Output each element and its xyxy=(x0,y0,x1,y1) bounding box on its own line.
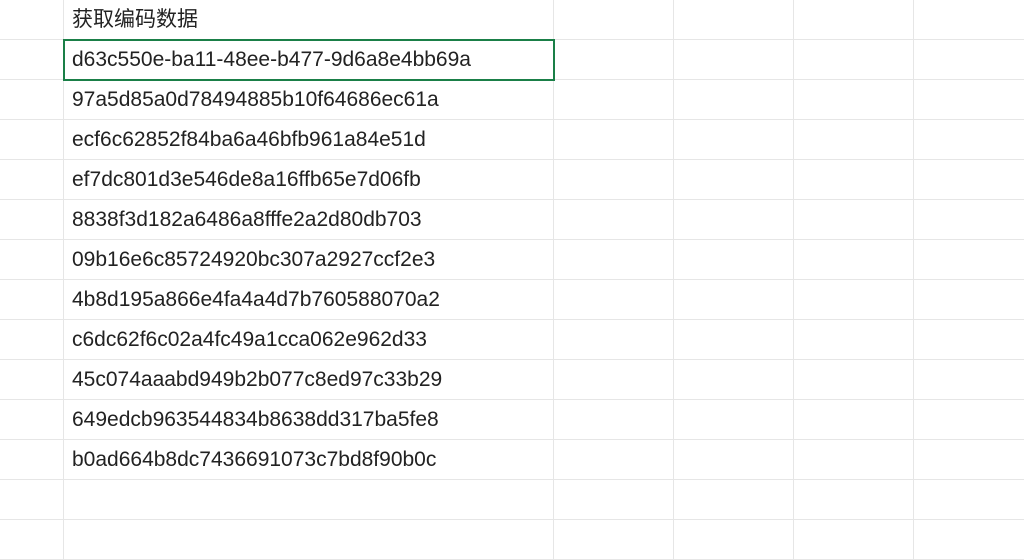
cell-B11[interactable]: 649edcb963544834b8638dd317ba5fe8 xyxy=(64,400,554,440)
cell-F11[interactable] xyxy=(914,400,1024,440)
cell-E1[interactable] xyxy=(794,0,914,40)
cell-A4[interactable] xyxy=(0,120,64,160)
cell-C10[interactable] xyxy=(554,360,674,400)
cell-A6[interactable] xyxy=(0,200,64,240)
cell-E5[interactable] xyxy=(794,160,914,200)
cell-E9[interactable] xyxy=(794,320,914,360)
cell-B7[interactable]: 09b16e6c85724920bc307a2927ccf2e3 xyxy=(64,240,554,280)
cell-F3[interactable] xyxy=(914,80,1024,120)
cell-D4[interactable] xyxy=(674,120,794,160)
cell-B12[interactable]: b0ad664b8dc7436691073c7bd8f90b0c xyxy=(64,440,554,480)
cell-F2[interactable] xyxy=(914,40,1024,80)
cell-E2[interactable] xyxy=(794,40,914,80)
cell-F4[interactable] xyxy=(914,120,1024,160)
cell-F8[interactable] xyxy=(914,280,1024,320)
cell-B5[interactable]: ef7dc801d3e546de8a16ffb65e7d06fb xyxy=(64,160,554,200)
cell-E4[interactable] xyxy=(794,120,914,160)
cell-B10[interactable]: 45c074aaabd949b2b077c8ed97c33b29 xyxy=(64,360,554,400)
cell-C4[interactable] xyxy=(554,120,674,160)
cell-F13[interactable] xyxy=(914,480,1024,520)
cell-D1[interactable] xyxy=(674,0,794,40)
cell-D2[interactable] xyxy=(674,40,794,80)
cell-D13[interactable] xyxy=(674,480,794,520)
cell-D6[interactable] xyxy=(674,200,794,240)
cell-D7[interactable] xyxy=(674,240,794,280)
cell-A3[interactable] xyxy=(0,80,64,120)
cell-E12[interactable] xyxy=(794,440,914,480)
cell-C9[interactable] xyxy=(554,320,674,360)
cell-F7[interactable] xyxy=(914,240,1024,280)
cell-B13[interactable] xyxy=(64,480,554,520)
cell-A12[interactable] xyxy=(0,440,64,480)
cell-E11[interactable] xyxy=(794,400,914,440)
cell-E6[interactable] xyxy=(794,200,914,240)
cell-D11[interactable] xyxy=(674,400,794,440)
cell-A14[interactable] xyxy=(0,520,64,560)
cell-A13[interactable] xyxy=(0,480,64,520)
cell-F14[interactable] xyxy=(914,520,1024,560)
spreadsheet-grid[interactable]: 获取编码数据 d63c550e-ba11-48ee-b477-9d6a8e4bb… xyxy=(0,0,1024,560)
cell-C5[interactable] xyxy=(554,160,674,200)
cell-E8[interactable] xyxy=(794,280,914,320)
cell-C1[interactable] xyxy=(554,0,674,40)
cell-A11[interactable] xyxy=(0,400,64,440)
cell-E13[interactable] xyxy=(794,480,914,520)
cell-B14[interactable] xyxy=(64,520,554,560)
cell-C11[interactable] xyxy=(554,400,674,440)
cell-A5[interactable] xyxy=(0,160,64,200)
cell-A7[interactable] xyxy=(0,240,64,280)
cell-A10[interactable] xyxy=(0,360,64,400)
cell-B4[interactable]: ecf6c62852f84ba6a46bfb961a84e51d xyxy=(64,120,554,160)
cell-C6[interactable] xyxy=(554,200,674,240)
cell-D3[interactable] xyxy=(674,80,794,120)
cell-C2[interactable] xyxy=(554,40,674,80)
cell-A2[interactable] xyxy=(0,40,64,80)
cell-B9[interactable]: c6dc62f6c02a4fc49a1cca062e962d33 xyxy=(64,320,554,360)
cell-E3[interactable] xyxy=(794,80,914,120)
cell-A1[interactable] xyxy=(0,0,64,40)
cell-B1[interactable]: 获取编码数据 xyxy=(64,0,554,40)
cell-C13[interactable] xyxy=(554,480,674,520)
cell-D12[interactable] xyxy=(674,440,794,480)
cell-B3[interactable]: 97a5d85a0d78494885b10f64686ec61a xyxy=(64,80,554,120)
cell-C12[interactable] xyxy=(554,440,674,480)
cell-C3[interactable] xyxy=(554,80,674,120)
cell-C8[interactable] xyxy=(554,280,674,320)
cell-C7[interactable] xyxy=(554,240,674,280)
cell-A9[interactable] xyxy=(0,320,64,360)
cell-E7[interactable] xyxy=(794,240,914,280)
cell-D9[interactable] xyxy=(674,320,794,360)
cell-F9[interactable] xyxy=(914,320,1024,360)
cell-F12[interactable] xyxy=(914,440,1024,480)
cell-D5[interactable] xyxy=(674,160,794,200)
cell-B2[interactable]: d63c550e-ba11-48ee-b477-9d6a8e4bb69a xyxy=(64,40,554,80)
cell-F5[interactable] xyxy=(914,160,1024,200)
cell-E10[interactable] xyxy=(794,360,914,400)
cell-F6[interactable] xyxy=(914,200,1024,240)
cell-D8[interactable] xyxy=(674,280,794,320)
cell-A8[interactable] xyxy=(0,280,64,320)
cell-F1[interactable] xyxy=(914,0,1024,40)
cell-D14[interactable] xyxy=(674,520,794,560)
cell-D10[interactable] xyxy=(674,360,794,400)
cell-C14[interactable] xyxy=(554,520,674,560)
cell-E14[interactable] xyxy=(794,520,914,560)
cell-B6[interactable]: 8838f3d182a6486a8fffe2a2d80db703 xyxy=(64,200,554,240)
cell-F10[interactable] xyxy=(914,360,1024,400)
cell-B8[interactable]: 4b8d195a866e4fa4a4d7b760588070a2 xyxy=(64,280,554,320)
